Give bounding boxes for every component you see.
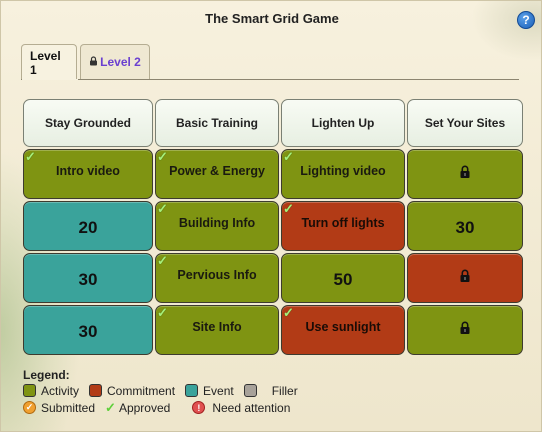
legend-item-submitted: ✓ Submitted — [23, 401, 95, 415]
grid-cell-commitment[interactable]: ✓ Turn off lights — [281, 201, 405, 251]
grid-cell-activity[interactable]: ✓ Pervious Info — [155, 253, 279, 303]
lock-icon — [459, 269, 471, 288]
legend-item-need-attention: ! Need attention — [192, 401, 290, 415]
need-attention-icon: ! — [192, 401, 206, 414]
cell-points: 20 — [78, 218, 98, 237]
activity-swatch — [23, 384, 36, 397]
legend-types-row: Activity Commitment Event Filler — [23, 382, 308, 399]
grid-cell-activity[interactable]: ✓ Building Info — [155, 201, 279, 251]
legend-item-activity: Activity — [23, 384, 79, 398]
grid-cell-activity[interactable]: 50 — [281, 253, 405, 303]
tab-level-1[interactable]: Level 1 — [21, 44, 77, 80]
approved-check-icon: ✓ — [157, 149, 168, 164]
legend-status-row: ✓ Submitted ✓ Approved ! Need attention — [23, 399, 308, 416]
column-header: Basic Training — [155, 99, 279, 147]
level-tabs: Level 1 Level 2 — [21, 44, 153, 80]
tab-level-1-label: Level 1 — [30, 48, 61, 77]
approved-check-icon: ✓ — [105, 399, 116, 415]
grid-cell-commitment[interactable] — [407, 253, 523, 303]
lock-icon — [459, 165, 471, 184]
submitted-icon: ✓ — [23, 401, 36, 414]
smart-grid: Stay Grounded Basic Training Lighten Up … — [23, 99, 523, 355]
grid-cell-event[interactable]: 30 — [23, 305, 153, 355]
legend-item-filler: Filler — [243, 384, 298, 398]
lock-icon — [459, 321, 471, 340]
grid-cell-activity[interactable] — [407, 305, 523, 355]
approved-check-icon: ✓ — [283, 149, 294, 164]
tab-level-2[interactable]: Level 2 — [80, 44, 150, 79]
legend-title: Legend: — [23, 368, 70, 382]
approved-check-icon: ✓ — [25, 149, 36, 164]
approved-check-icon: ✓ — [157, 305, 168, 320]
cell-points: 30 — [455, 218, 475, 237]
grid-cell-event[interactable]: 30 — [23, 253, 153, 303]
approved-check-icon: ✓ — [157, 253, 168, 268]
commitment-swatch — [89, 384, 103, 397]
grid-cell-activity[interactable]: ✓ Power & Energy — [155, 149, 279, 199]
tab-level-2-label: Level 2 — [100, 55, 141, 69]
column-header: Lighten Up — [281, 99, 405, 147]
cell-label: Lighting video — [300, 164, 386, 178]
grid-cell-activity[interactable]: ✓ Intro video — [23, 149, 153, 199]
cell-points: 30 — [78, 322, 98, 341]
grid-cell-activity[interactable]: ✓ Site Info — [155, 305, 279, 355]
cell-label: Pervious Info — [177, 268, 257, 282]
cell-points: 30 — [78, 270, 98, 289]
legend-item-commitment: Commitment — [89, 384, 175, 398]
tab-divider — [21, 79, 519, 80]
cell-label: Turn off lights — [301, 216, 385, 230]
approved-check-icon: ✓ — [283, 201, 294, 216]
cell-label: Site Info — [192, 320, 242, 334]
help-glyph: ? — [522, 13, 530, 27]
event-swatch — [185, 384, 199, 397]
title-bar: The Smart Grid Game — [1, 1, 541, 37]
column-header: Stay Grounded — [23, 99, 153, 147]
grid-cell-commitment[interactable]: ✓ Use sunlight — [281, 305, 405, 355]
approved-check-icon: ✓ — [283, 305, 294, 320]
lock-icon — [89, 55, 98, 69]
grid-cell-activity[interactable]: ✓ Lighting video — [281, 149, 405, 199]
grid-cell-activity[interactable] — [407, 149, 523, 199]
help-icon[interactable]: ? — [517, 11, 535, 29]
smart-grid-game-window: The Smart Grid Game ? Level 1 Level 2 St… — [0, 0, 542, 432]
cell-points: 50 — [333, 270, 353, 289]
column-header: Set Your Sites — [407, 99, 523, 147]
legend: Legend: Activity Commitment Event Filler… — [23, 368, 308, 416]
cell-label: Use sunlight — [305, 320, 381, 334]
cell-label: Intro video — [56, 164, 120, 178]
approved-check-icon: ✓ — [157, 201, 168, 216]
cell-label: Power & Energy — [169, 164, 265, 178]
grid-cell-event[interactable]: 20 — [23, 201, 153, 251]
legend-item-event: Event — [185, 384, 234, 398]
legend-item-approved: ✓ Approved — [105, 399, 171, 415]
filler-swatch — [243, 384, 257, 397]
window-title: The Smart Grid Game — [205, 10, 339, 26]
cell-label: Building Info — [178, 216, 256, 230]
grid-cell-activity[interactable]: 30 — [407, 201, 523, 251]
